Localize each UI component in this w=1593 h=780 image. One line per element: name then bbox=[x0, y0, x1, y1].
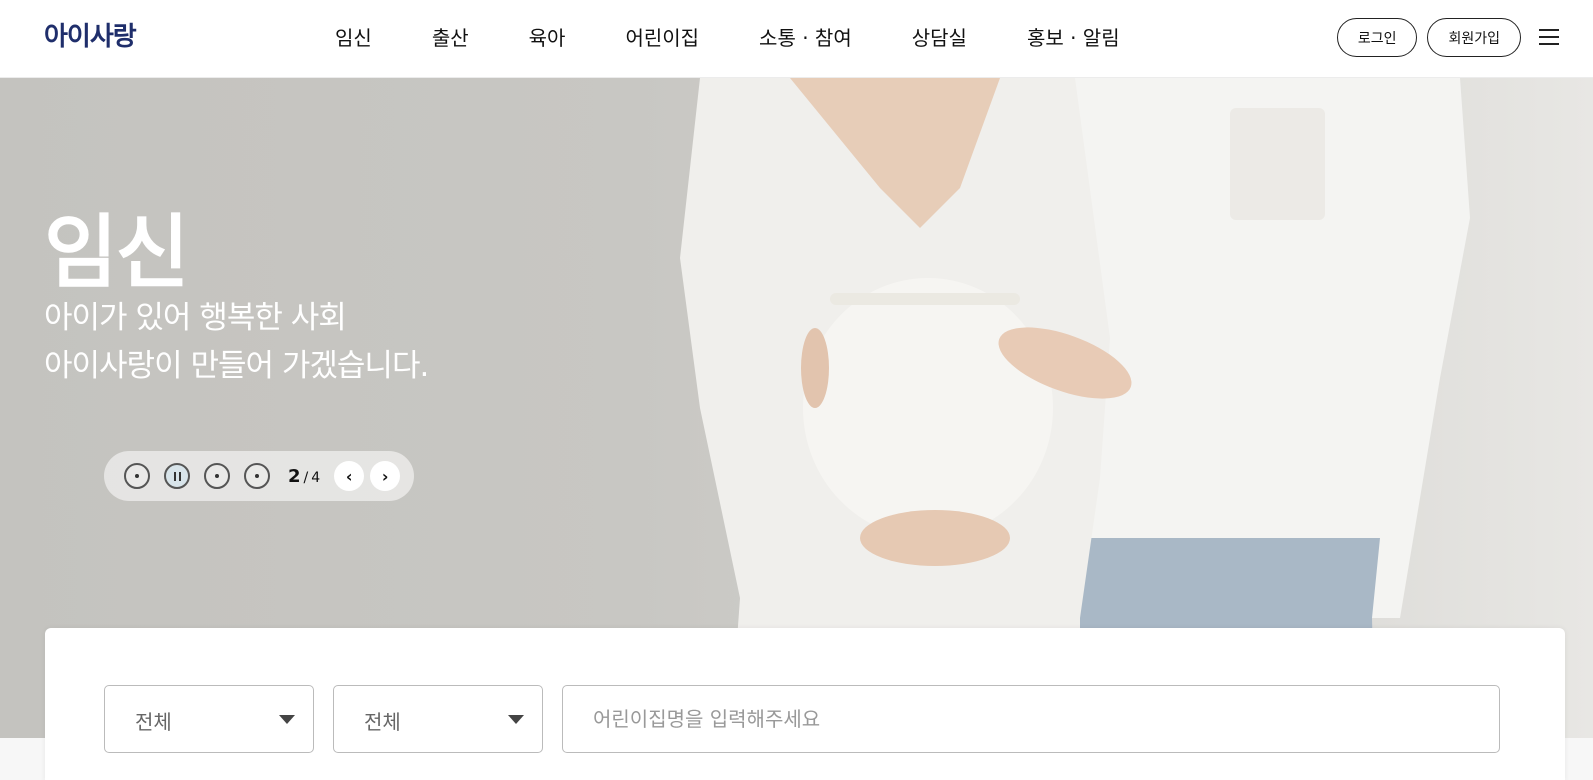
pause-button[interactable] bbox=[164, 463, 190, 489]
next-slide-button[interactable]: › bbox=[370, 461, 401, 491]
nav-item-daycare[interactable]: 어린이집 bbox=[625, 22, 699, 51]
slide-dot-3[interactable] bbox=[204, 463, 230, 489]
site-logo[interactable]: 아이사랑 bbox=[44, 16, 137, 53]
chevron-right-icon: › bbox=[381, 466, 389, 486]
daycare-search-panel: 전체 전체 bbox=[45, 628, 1565, 780]
slider-controls: 2/4 ‹ › bbox=[104, 451, 414, 501]
slide-current: 2 bbox=[288, 465, 301, 487]
hero-subtitle: 아이가 있어 행복한 사회 아이사랑이 만들어 가겠습니다. bbox=[44, 294, 429, 390]
hero-subtitle-line-1: 아이가 있어 행복한 사회 bbox=[44, 300, 347, 336]
chevron-left-icon: ‹ bbox=[345, 466, 353, 486]
region-select-2[interactable]: 전체 bbox=[333, 685, 543, 753]
nav-item-birth[interactable]: 출산 bbox=[432, 22, 469, 51]
prev-slide-button[interactable]: ‹ bbox=[334, 461, 365, 491]
hamburger-menu-icon[interactable] bbox=[1539, 29, 1559, 45]
login-button[interactable]: 로그인 bbox=[1336, 18, 1418, 57]
slide-dot-1[interactable] bbox=[124, 463, 150, 489]
region-select-2-value: 전체 bbox=[364, 710, 401, 734]
nav-item-counseling[interactable]: 상담실 bbox=[912, 22, 967, 51]
region-select-1-value: 전체 bbox=[135, 710, 172, 734]
caret-down-icon bbox=[508, 715, 524, 724]
main-nav: 임신 출산 육아 어린이집 소통 · 참여 상담실 홍보 · 알림 bbox=[335, 22, 1120, 51]
nav-item-pregnancy[interactable]: 임신 bbox=[335, 22, 372, 51]
nav-item-community[interactable]: 소통 · 참여 bbox=[759, 22, 852, 51]
auth-buttons: 로그인 회원가입 bbox=[1336, 18, 1521, 57]
nav-item-parenting[interactable]: 육아 bbox=[529, 22, 566, 51]
signup-button[interactable]: 회원가입 bbox=[1427, 18, 1521, 57]
pause-icon bbox=[174, 472, 181, 481]
slide-counter: 2/4 bbox=[288, 466, 320, 487]
nav-item-notice[interactable]: 홍보 · 알림 bbox=[1027, 22, 1120, 51]
region-select-1[interactable]: 전체 bbox=[104, 685, 314, 753]
hero-subtitle-line-2: 아이사랑이 만들어 가겠습니다. bbox=[44, 348, 429, 384]
site-header: 아이사랑 임신 출산 육아 어린이집 소통 · 참여 상담실 홍보 · 알림 로… bbox=[0, 0, 1593, 78]
caret-down-icon bbox=[279, 715, 295, 724]
slide-separator: / bbox=[303, 469, 309, 486]
daycare-name-input[interactable] bbox=[562, 685, 1500, 753]
hero-title: 임신 bbox=[44, 206, 189, 299]
slide-dot-4[interactable] bbox=[244, 463, 270, 489]
slide-total: 4 bbox=[311, 469, 321, 486]
